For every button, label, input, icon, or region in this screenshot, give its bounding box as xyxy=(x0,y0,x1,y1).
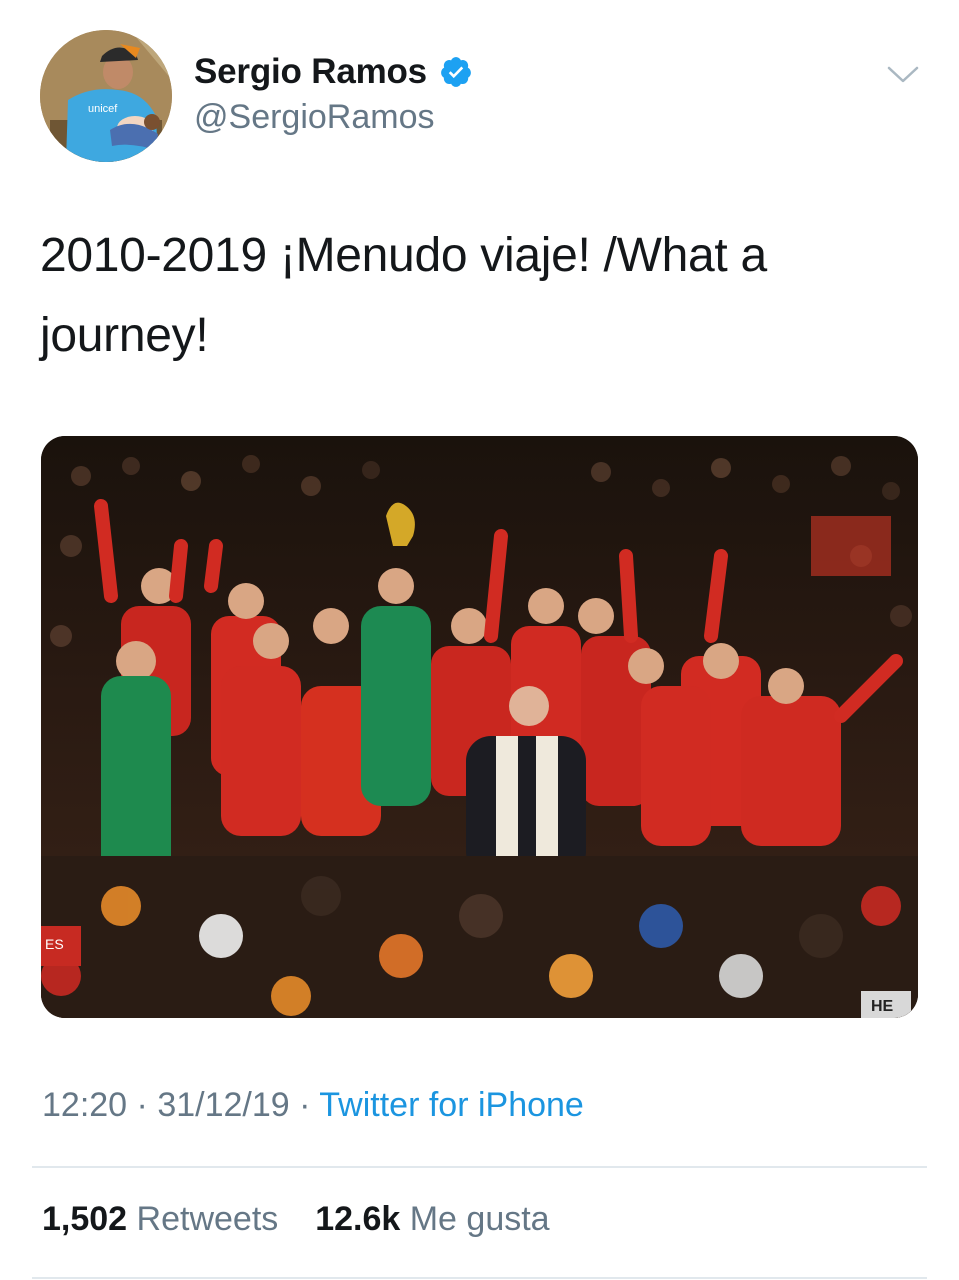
author-avatar[interactable]: unicef xyxy=(40,30,172,162)
divider xyxy=(32,1277,927,1279)
divider xyxy=(32,1166,927,1168)
tweet-header: unicef Sergio Ramos @SergioRamos xyxy=(40,30,920,162)
likes-stat[interactable]: 12.6k Me gusta xyxy=(315,1200,549,1238)
meta-separator: · xyxy=(289,1086,320,1124)
camera-text: HE xyxy=(871,998,894,1015)
tweet-photo[interactable]: ES HE xyxy=(41,436,918,1018)
meta-separator: · xyxy=(127,1086,158,1124)
retweets-count: 1,502 xyxy=(42,1200,128,1238)
tweet-text: 2010-2019 ¡Menudo viaje! /What a journey… xyxy=(40,229,767,362)
tweet-time: 12:20 xyxy=(42,1086,128,1124)
author-handle[interactable]: @SergioRamos xyxy=(194,98,473,137)
tweet-date: 31/12/19 xyxy=(157,1086,290,1124)
avatar-shirt-text: unicef xyxy=(88,103,118,115)
chevron-down-icon[interactable] xyxy=(886,64,920,86)
likes-count: 12.6k xyxy=(315,1200,401,1238)
display-name[interactable]: Sergio Ramos xyxy=(194,52,427,92)
retweets-stat[interactable]: 1,502 Retweets xyxy=(42,1200,278,1238)
display-name-row: Sergio Ramos xyxy=(194,50,473,94)
photo-icon: ES HE xyxy=(41,436,918,1018)
tweet-source-link[interactable]: Twitter for iPhone xyxy=(319,1086,584,1124)
avatar-image: unicef xyxy=(40,30,172,162)
verified-badge-icon xyxy=(439,55,473,89)
scoreboard-text: ES xyxy=(45,936,64,952)
retweets-label: Retweets xyxy=(136,1200,279,1238)
tweet-meta: 12:20 · 31/12/19 · Twitter for iPhone xyxy=(42,1086,584,1125)
author-names: Sergio Ramos @SergioRamos xyxy=(194,50,473,137)
tweet-stats: 1,502 Retweets 12.6k Me gusta xyxy=(42,1200,550,1239)
likes-label: Me gusta xyxy=(409,1200,550,1238)
